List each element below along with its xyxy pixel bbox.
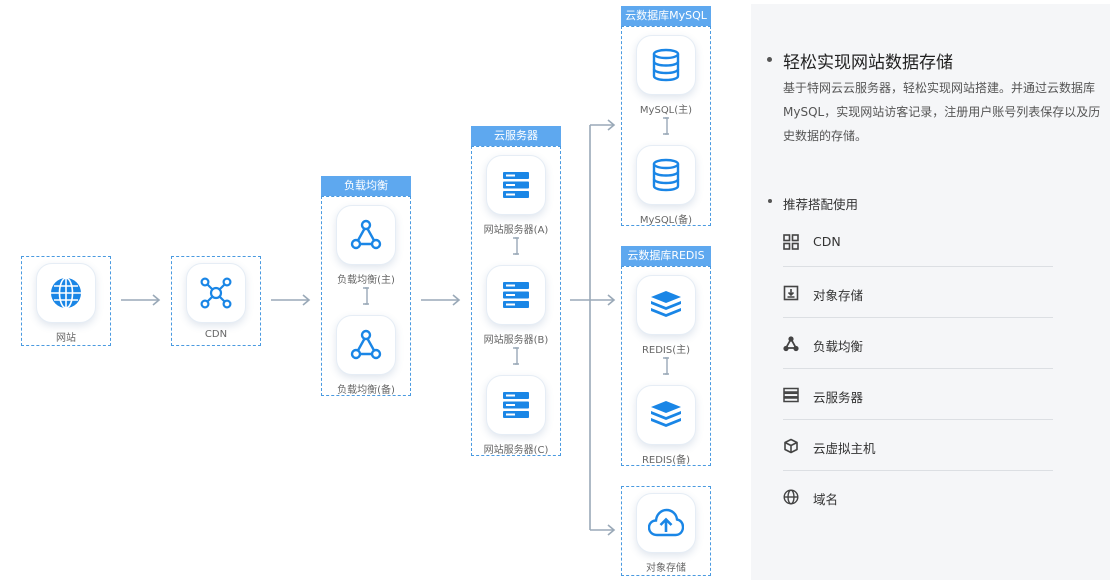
product-label: 域名 <box>813 492 839 507</box>
redis-backup-node[interactable]: REDIS(备) <box>621 385 711 466</box>
load-balancer-icon <box>336 205 396 265</box>
server-icon <box>783 387 799 403</box>
product-label: 云服务器 <box>813 390 864 405</box>
mysql-main-label: MySQL(主) <box>639 105 693 116</box>
arrow-website-to-cdn <box>121 294 161 306</box>
product-cloud-server[interactable]: 云服务器 <box>783 369 1053 420</box>
lb-main-label: 负载均衡(主) <box>337 275 395 286</box>
arrow-lb-to-servers <box>421 294 461 306</box>
redis-stack-icon <box>636 385 696 445</box>
cube-icon <box>784 438 798 454</box>
arrow-cdn-to-lb <box>271 294 311 306</box>
product-label: 负载均衡 <box>813 339 864 354</box>
redis-main-label: REDIS(主) <box>641 345 691 356</box>
product-cdn[interactable]: CDN <box>783 216 1053 267</box>
cdn-label: CDN <box>204 329 228 340</box>
database-icon <box>636 35 696 95</box>
load-balancer-icon <box>783 336 799 352</box>
mysql-header: 云数据库MySQL <box>621 6 711 26</box>
redis-main-node[interactable]: REDIS(主) <box>621 275 711 356</box>
redis-backup-label: REDIS(备) <box>641 455 691 466</box>
load-balancer-icon <box>336 315 396 375</box>
server-a-node[interactable]: 网站服务器(A) <box>471 155 561 236</box>
product-load-balancer[interactable]: 负载均衡 <box>783 318 1053 369</box>
title-bullet <box>767 57 772 62</box>
panel-description: 基于特网云云服务器，轻松实现网站搭建。并通过云数据库 MySQL，实现网站访客记… <box>783 76 1103 148</box>
redis-sync-connector <box>663 357 669 375</box>
storage-box-icon <box>783 285 799 301</box>
arrow-servers-fanout <box>570 119 616 536</box>
product-object-storage[interactable]: 对象存储 <box>783 267 1053 318</box>
mysql-backup-label: MySQL(备) <box>639 215 693 226</box>
server-icon <box>486 265 546 325</box>
server-ab-connector <box>513 237 519 255</box>
globe-icon <box>36 263 96 323</box>
product-label: CDN <box>813 234 841 249</box>
storage-node[interactable]: 对象存储 <box>621 493 711 574</box>
redis-header: 云数据库REDIS <box>621 246 711 266</box>
server-b-node[interactable]: 网站服务器(B) <box>471 265 561 346</box>
globe-icon <box>783 489 799 505</box>
panel-title: 轻松实现网站数据存储 <box>783 53 953 73</box>
redis-stack-icon <box>636 275 696 335</box>
product-label: 云虚拟主机 <box>813 441 876 456</box>
server-b-label: 网站服务器(B) <box>483 335 549 346</box>
description-line: 基于特网云云服务器，轻松实现网站搭建。并通过云数据库 <box>783 81 1096 95</box>
website-node[interactable]: 网站 <box>21 263 111 344</box>
database-icon <box>636 145 696 205</box>
server-icon <box>486 375 546 435</box>
description-line: 史数据的存储。 <box>783 129 868 143</box>
website-label: 网站 <box>56 333 76 344</box>
lb-backup-node[interactable]: 负载均衡(备) <box>321 315 411 396</box>
servers-header: 云服务器 <box>471 126 561 146</box>
cdn-node[interactable]: CDN <box>171 263 261 340</box>
mysql-main-node[interactable]: MySQL(主) <box>621 35 711 116</box>
panel-subtitle: 推荐搭配使用 <box>783 197 859 212</box>
info-panel: 轻松实现网站数据存储 基于特网云云服务器，轻松实现网站搭建。并通过云数据库 My… <box>751 4 1110 580</box>
server-bc-connector <box>513 347 519 365</box>
mysql-sync-connector <box>663 117 669 135</box>
cdn-network-icon <box>186 263 246 323</box>
lb-main-node[interactable]: 负载均衡(主) <box>321 205 411 286</box>
server-c-label: 网站服务器(C) <box>483 445 549 456</box>
product-label: 对象存储 <box>813 288 864 303</box>
mysql-backup-node[interactable]: MySQL(备) <box>621 145 711 226</box>
product-domain[interactable]: 域名 <box>783 471 1053 522</box>
subtitle-bullet <box>768 199 772 203</box>
server-icon <box>486 155 546 215</box>
server-c-node[interactable]: 网站服务器(C) <box>471 375 561 456</box>
cloud-upload-icon <box>636 493 696 553</box>
storage-label: 对象存储 <box>646 563 686 574</box>
lb-header: 负载均衡 <box>321 176 411 196</box>
server-a-label: 网站服务器(A) <box>483 225 549 236</box>
lb-backup-label: 负载均衡(备) <box>337 385 395 396</box>
grid-icon <box>783 234 799 250</box>
product-virtual-host[interactable]: 云虚拟主机 <box>783 420 1053 471</box>
lb-sync-connector <box>363 287 369 305</box>
description-line: MySQL，实现网站访客记录，注册用户账号列表保存以及历 <box>783 105 1101 119</box>
